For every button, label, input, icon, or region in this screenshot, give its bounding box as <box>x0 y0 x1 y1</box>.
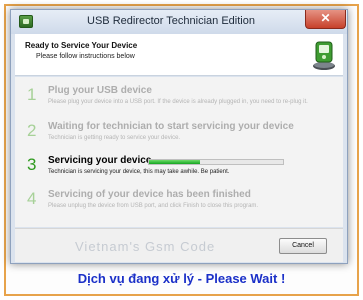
step-title: Waiting for technician to start servicin… <box>48 121 294 132</box>
step-description: Please unplug the device from USB port, … <box>48 203 259 209</box>
step-title: Servicing of your device has been finish… <box>48 189 251 200</box>
progress-fill <box>149 160 200 164</box>
dialog-window: USB Redirector Technician Edition ✕ Read… <box>10 9 348 264</box>
cancel-button[interactable]: Cancel <box>279 238 327 254</box>
step-number: 3 <box>27 155 37 174</box>
title-bar: USB Redirector Technician Edition ✕ <box>11 10 347 34</box>
step-title: Servicing your device <box>48 155 152 166</box>
close-button[interactable]: ✕ <box>305 10 346 29</box>
step-title: Plug your USB device <box>48 85 152 96</box>
progress-bar <box>148 159 284 165</box>
step-description: Please plug your device into a USB port.… <box>48 99 308 105</box>
step-description: Technician is getting ready to service y… <box>48 135 181 141</box>
dialog-footer: Vietnam's Gsm Code Cancel <box>15 228 343 262</box>
step-number: 4 <box>27 189 37 208</box>
header-title: Ready to Service Your Device <box>25 41 138 50</box>
header-subtitle: Please follow instructions below <box>36 53 135 60</box>
step-number: 2 <box>27 121 37 140</box>
step-number: 1 <box>27 85 37 104</box>
usb-service-icon <box>313 41 335 70</box>
watermark-text: Vietnam's Gsm Code <box>75 239 216 254</box>
steps-panel: 1 Plug your USB device Please plug your … <box>15 77 343 227</box>
dialog-header: Ready to Service Your Device Please foll… <box>15 34 343 76</box>
step-description: Technician is servicing your device, thi… <box>48 169 230 175</box>
window-title: USB Redirector Technician Edition <box>87 15 255 27</box>
caption-text: Dịch vụ đang xử lý - Please Wait ! <box>77 271 286 286</box>
